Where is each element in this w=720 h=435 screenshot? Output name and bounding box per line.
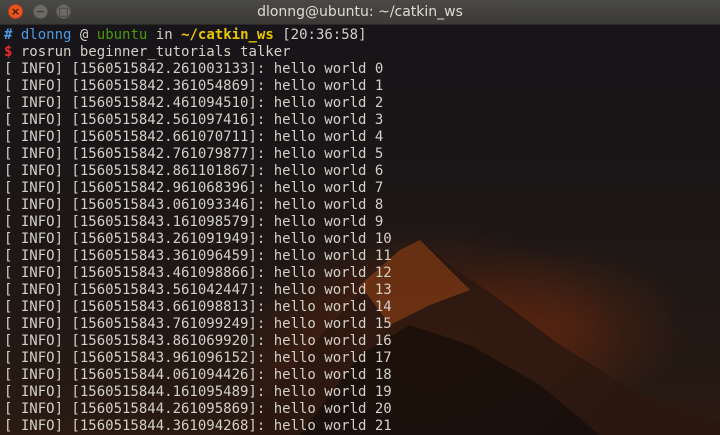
log-line: [ INFO] [1560515843.861069920]: hello wo… <box>4 333 392 349</box>
log-line: [ INFO] [1560515843.661098813]: hello wo… <box>4 299 392 315</box>
command-text: rosrun beginner_tutorials talker <box>20 44 291 60</box>
log-line: [ INFO] [1560515842.961068396]: hello wo… <box>4 180 384 196</box>
log-line: [ INFO] [1560515843.361096459]: hello wo… <box>4 248 392 264</box>
prompt-user: dlonng <box>20 27 72 43</box>
window-title: dlonng@ubuntu: ~/catkin_ws <box>257 4 463 20</box>
prompt-hash: # <box>4 27 13 43</box>
terminal-area[interactable]: # dlonng @ ubuntu in ~/catkin_ws [20:36:… <box>0 25 720 435</box>
title-bar[interactable]: × − □ dlonng@ubuntu: ~/catkin_ws <box>0 0 720 25</box>
log-line: [ INFO] [1560515842.861101867]: hello wo… <box>4 163 384 179</box>
log-line: [ INFO] [1560515844.161095489]: hello wo… <box>4 384 392 400</box>
prompt-dollar: $ <box>4 44 13 60</box>
log-line: [ INFO] [1560515843.061093346]: hello wo… <box>4 197 384 213</box>
prompt-time: [20:36:58] <box>282 27 367 43</box>
prompt-in: in <box>155 27 173 43</box>
terminal-window: × − □ dlonng@ubuntu: ~/catkin_ws # dlonn… <box>0 0 720 435</box>
log-line: [ INFO] [1560515842.261003133]: hello wo… <box>4 61 384 77</box>
log-line: [ INFO] [1560515843.961096152]: hello wo… <box>4 350 392 366</box>
log-line: [ INFO] [1560515843.761099249]: hello wo… <box>4 316 392 332</box>
log-line: [ INFO] [1560515844.261095869]: hello wo… <box>4 401 392 417</box>
log-line: [ INFO] [1560515844.061094426]: hello wo… <box>4 367 392 383</box>
prompt-at: @ <box>79 27 89 43</box>
log-line: [ INFO] [1560515842.661070711]: hello wo… <box>4 129 384 145</box>
log-line: [ INFO] [1560515843.161098579]: hello wo… <box>4 214 384 230</box>
log-line: [ INFO] [1560515843.561042447]: hello wo… <box>4 282 392 298</box>
prompt-host: ubuntu <box>96 27 148 43</box>
log-line: [ INFO] [1560515842.361054869]: hello wo… <box>4 78 384 94</box>
command-line: $ rosrun beginner_tutorials talker <box>4 44 716 61</box>
log-line: [ INFO] [1560515844.361094268]: hello wo… <box>4 418 392 434</box>
log-line: [ INFO] [1560515843.461098866]: hello wo… <box>4 265 392 281</box>
prompt-line: # dlonng @ ubuntu in ~/catkin_ws [20:36:… <box>4 27 716 44</box>
log-line: [ INFO] [1560515842.761079877]: hello wo… <box>4 146 384 162</box>
log-line: [ INFO] [1560515842.561097416]: hello wo… <box>4 112 384 128</box>
log-line: [ INFO] [1560515842.461094510]: hello wo… <box>4 95 384 111</box>
prompt-directory: ~/catkin_ws <box>181 27 274 43</box>
terminal-output: # dlonng @ ubuntu in ~/catkin_ws [20:36:… <box>4 27 716 435</box>
log-line: [ INFO] [1560515843.261091949]: hello wo… <box>4 231 392 247</box>
